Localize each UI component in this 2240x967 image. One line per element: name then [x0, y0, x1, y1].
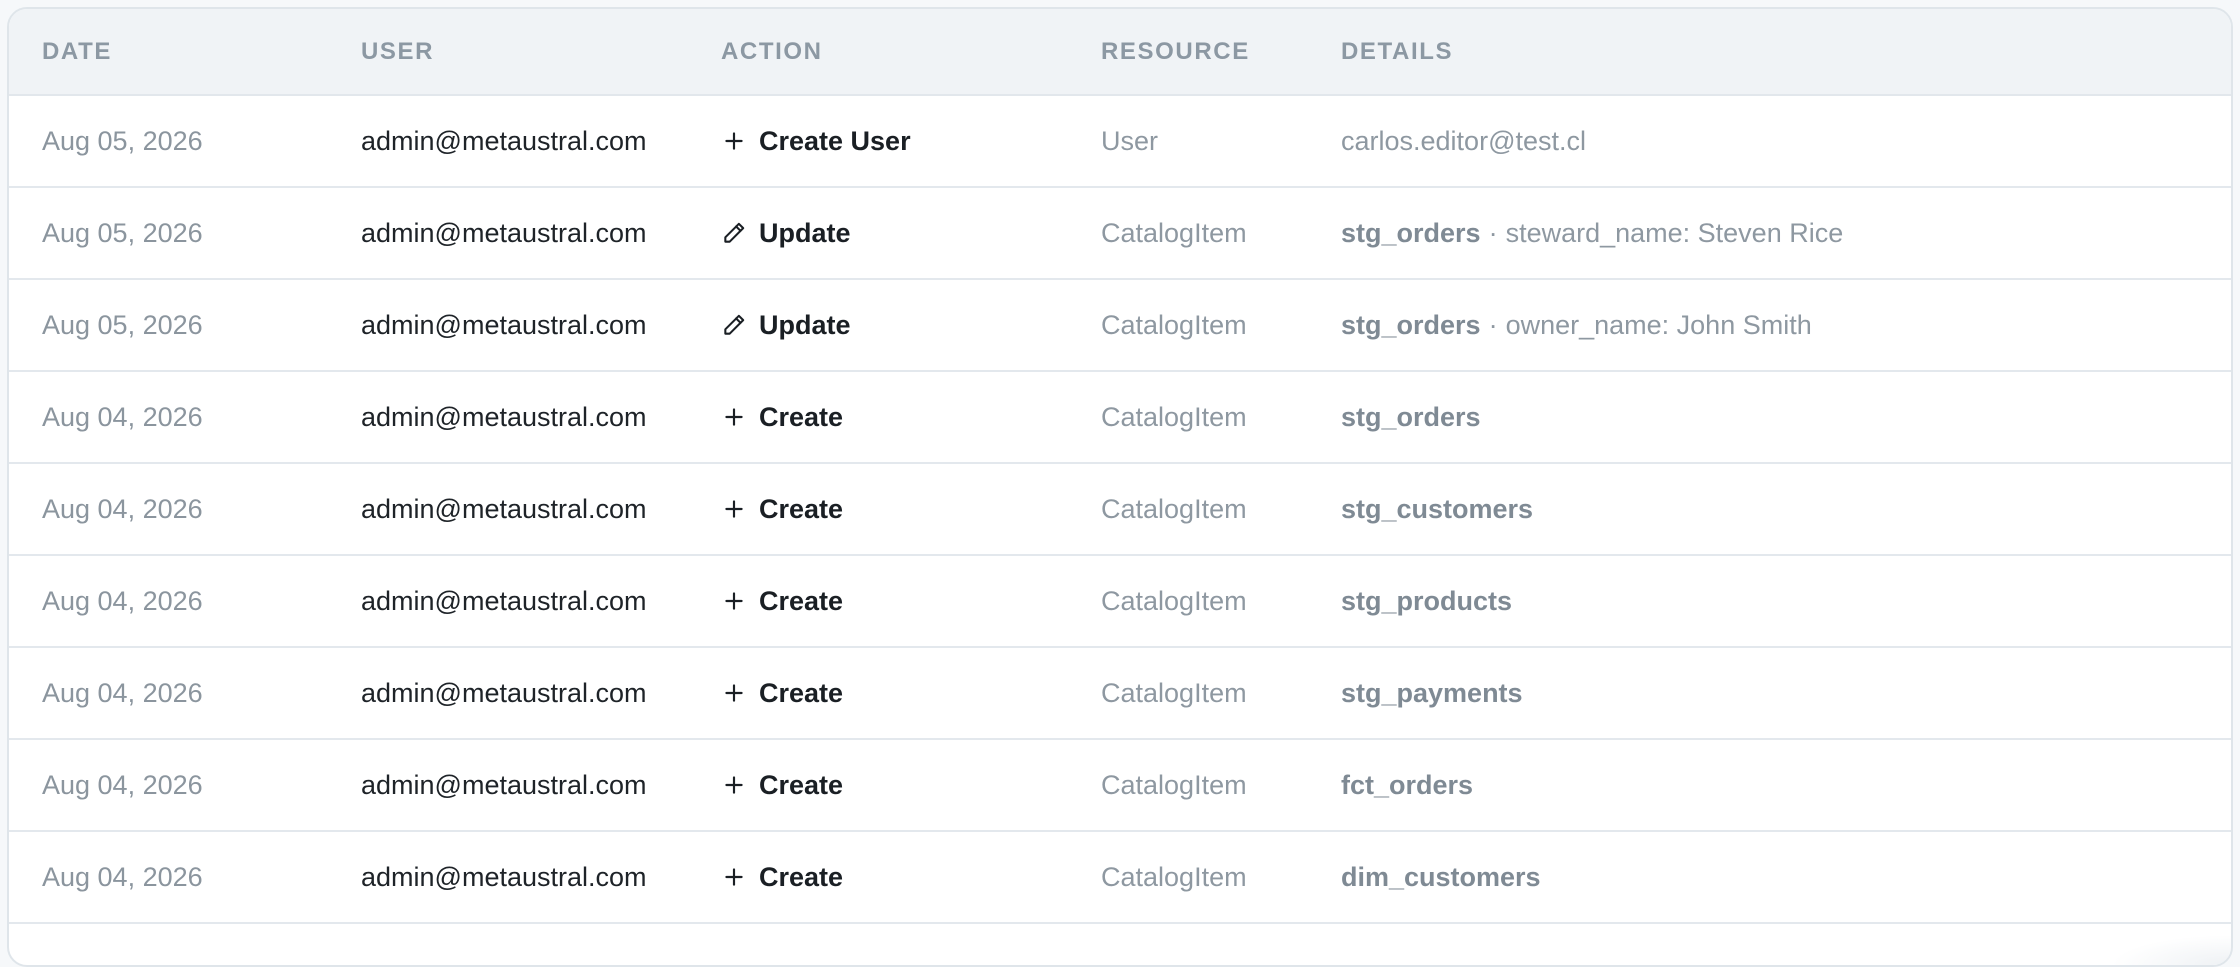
row-user: admin@metaustral.com: [361, 217, 647, 248]
plus-icon: [721, 772, 747, 798]
row-resource: CatalogItem: [1101, 217, 1247, 248]
row-action-label: Create: [759, 769, 844, 800]
row-action-label: Update: [759, 217, 851, 248]
row-details-extra: carlos.editor@test.cl: [1341, 125, 1586, 156]
header-details[interactable]: DETAILS: [1341, 38, 1453, 66]
plus-icon: [721, 588, 747, 614]
row-details: stg_payments: [1341, 678, 1523, 709]
row-action-label: Create: [759, 585, 844, 616]
row-details-extra: owner_name: John Smith: [1505, 309, 1812, 340]
row-action: Create User: [721, 126, 911, 157]
row-action: Create: [721, 862, 843, 893]
row-action-label: Create User: [759, 125, 911, 156]
row-resource: CatalogItem: [1101, 309, 1247, 340]
header-action[interactable]: ACTION: [721, 38, 823, 66]
plus-icon: [721, 128, 747, 154]
row-user: admin@metaustral.com: [361, 309, 647, 340]
table-row[interactable]: Aug 04, 2026 admin@metaustral.com Create…: [9, 740, 2231, 832]
plus-icon: [721, 864, 747, 890]
row-action-label: Create: [759, 677, 844, 708]
scroll-fade: [2111, 935, 2231, 965]
row-details: stg_customers: [1341, 494, 1533, 525]
row-date: Aug 04, 2026: [42, 769, 203, 800]
table-row[interactable]: Aug 04, 2026 admin@metaustral.com Create…: [9, 832, 2231, 924]
row-date: Aug 05, 2026: [42, 309, 203, 340]
row-action-label: Create: [759, 401, 844, 432]
row-details-name[interactable]: stg_customers: [1341, 494, 1533, 525]
row-details: fct_orders: [1341, 770, 1473, 801]
header-user[interactable]: USER: [361, 38, 434, 66]
row-resource: User: [1101, 125, 1159, 156]
row-details-separator: ·: [1488, 309, 1498, 340]
row-date: Aug 05, 2026: [42, 217, 203, 248]
row-date: Aug 04, 2026: [42, 401, 203, 432]
row-date: Aug 04, 2026: [42, 861, 203, 892]
row-resource: CatalogItem: [1101, 861, 1247, 892]
row-date: Aug 04, 2026: [42, 585, 203, 616]
row-details: carlos.editor@test.cl: [1341, 126, 1586, 157]
row-action-label: Create: [759, 861, 844, 892]
row-resource: CatalogItem: [1101, 493, 1247, 524]
audit-log-table: DATE USER ACTION RESOURCE DETAILS Aug 05…: [7, 7, 2233, 967]
row-details-extra: steward_name: Steven Rice: [1505, 217, 1844, 248]
table-row[interactable]: Aug 04, 2026 admin@metaustral.com Create…: [9, 464, 2231, 556]
row-user: admin@metaustral.com: [361, 493, 647, 524]
row-details: stg_orders: [1341, 402, 1481, 433]
row-details: stg_products: [1341, 586, 1512, 617]
table-row[interactable]: Aug 04, 2026 admin@metaustral.com Create…: [9, 648, 2231, 740]
row-date: Aug 04, 2026: [42, 677, 203, 708]
table-row[interactable]: Aug 05, 2026 admin@metaustral.com Update…: [9, 280, 2231, 372]
row-details: dim_customers: [1341, 862, 1541, 893]
plus-icon: [721, 404, 747, 430]
row-details-name[interactable]: dim_customers: [1341, 862, 1541, 893]
row-details-name[interactable]: stg_orders: [1341, 402, 1481, 433]
row-user: admin@metaustral.com: [361, 125, 647, 156]
row-action: Update: [721, 218, 851, 249]
row-action: Update: [721, 310, 851, 341]
row-details-separator: ·: [1488, 217, 1498, 248]
pencil-icon: [721, 312, 747, 338]
table-body: Aug 05, 2026 admin@metaustral.com Create…: [9, 96, 2231, 924]
row-user: admin@metaustral.com: [361, 677, 647, 708]
pencil-icon: [721, 220, 747, 246]
row-user: admin@metaustral.com: [361, 585, 647, 616]
row-details-name[interactable]: stg_orders: [1341, 310, 1481, 341]
row-date: Aug 04, 2026: [42, 493, 203, 524]
row-resource: CatalogItem: [1101, 769, 1247, 800]
row-action: Create: [721, 586, 843, 617]
row-user: admin@metaustral.com: [361, 769, 647, 800]
table-header: DATE USER ACTION RESOURCE DETAILS: [9, 9, 2231, 96]
plus-icon: [721, 496, 747, 522]
row-details: stg_orders · owner_name: John Smith: [1341, 310, 1812, 341]
header-resource[interactable]: RESOURCE: [1101, 38, 1250, 66]
row-resource: CatalogItem: [1101, 677, 1247, 708]
plus-icon: [721, 680, 747, 706]
row-details: stg_orders · steward_name: Steven Rice: [1341, 218, 1843, 249]
row-action: Create: [721, 402, 843, 433]
row-user: admin@metaustral.com: [361, 401, 647, 432]
row-action: Create: [721, 494, 843, 525]
row-date: Aug 05, 2026: [42, 125, 203, 156]
row-details-name[interactable]: stg_payments: [1341, 678, 1523, 709]
table-row[interactable]: Aug 05, 2026 admin@metaustral.com Create…: [9, 96, 2231, 188]
row-details-name[interactable]: fct_orders: [1341, 770, 1473, 801]
row-details-name[interactable]: stg_orders: [1341, 218, 1481, 249]
row-details-name[interactable]: stg_products: [1341, 586, 1512, 617]
row-action-label: Update: [759, 309, 851, 340]
row-action: Create: [721, 770, 843, 801]
row-action-label: Create: [759, 493, 844, 524]
header-date[interactable]: DATE: [42, 38, 112, 66]
row-user: admin@metaustral.com: [361, 861, 647, 892]
row-action: Create: [721, 678, 843, 709]
table-row[interactable]: Aug 04, 2026 admin@metaustral.com Create…: [9, 556, 2231, 648]
table-row[interactable]: Aug 05, 2026 admin@metaustral.com Update…: [9, 188, 2231, 280]
row-resource: CatalogItem: [1101, 401, 1247, 432]
table-row[interactable]: Aug 04, 2026 admin@metaustral.com Create…: [9, 372, 2231, 464]
row-resource: CatalogItem: [1101, 585, 1247, 616]
